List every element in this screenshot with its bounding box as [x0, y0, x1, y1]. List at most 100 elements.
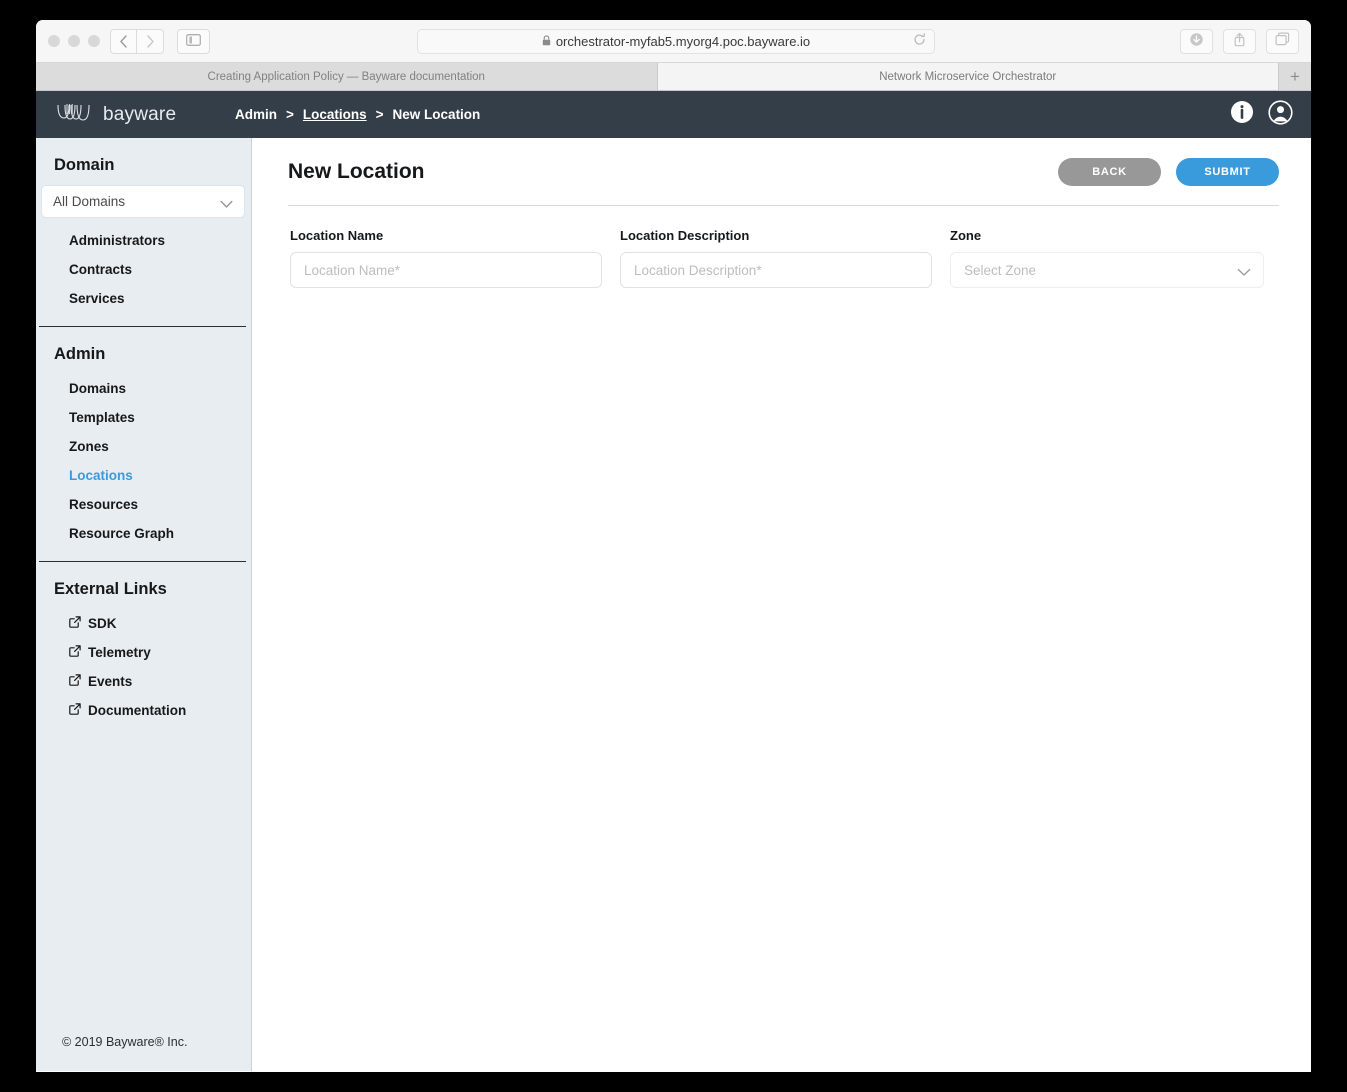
sidebar-item-label: Administrators [69, 233, 166, 248]
sidebar-item-locations[interactable]: Locations [36, 461, 251, 490]
sidebar-domain-items: Administrators Contracts Services [36, 218, 251, 313]
toolbar-right-buttons [1180, 29, 1299, 54]
new-location-form: Location Name Location Description Zone … [290, 206, 1273, 288]
location-name-label: Location Name [290, 228, 384, 243]
sidebar-item-label: Templates [69, 410, 135, 425]
sidebar-item-label: SDK [88, 616, 117, 631]
sidebar-item-telemetry[interactable]: Telemetry [36, 638, 251, 667]
bayware-logomark-icon [56, 102, 96, 127]
page-title: New Location [288, 160, 425, 183]
url-text-group: orchestrator-myfab5.myorg4.poc.bayware.i… [542, 34, 810, 49]
sidebar-footer-copyright: © 2019 Bayware® Inc. [62, 1035, 188, 1049]
sidebar-item-services[interactable]: Services [36, 284, 251, 313]
field-location-name: Location Name [290, 228, 602, 288]
sidebar-item-label: Resource Graph [69, 526, 175, 541]
sidebar-item-resource-graph[interactable]: Resource Graph [36, 519, 251, 548]
external-link-icon [69, 616, 81, 631]
sidebar-item-contracts[interactable]: Contracts [36, 255, 251, 284]
download-icon [1189, 32, 1204, 52]
app-body: Domain All Domains Administrators Contra… [36, 138, 1311, 1071]
zone-label: Zone [950, 228, 982, 243]
close-window-button[interactable] [48, 35, 60, 47]
forward-button[interactable] [137, 29, 164, 54]
breadcrumb-separator: > [286, 107, 294, 122]
field-zone: Zone Select Zone [950, 228, 1264, 288]
browser-tab-bar: Creating Application Policy — Bayware do… [36, 63, 1311, 91]
sidebar-item-label: Domains [69, 381, 127, 396]
browser-tab-documentation[interactable]: Creating Application Policy — Bayware do… [36, 63, 658, 90]
back-button[interactable] [110, 29, 137, 54]
sidebar-item-sdk[interactable]: SDK [36, 609, 251, 638]
sidebar-item-label: Documentation [88, 703, 187, 718]
tab-overview-icon [1275, 32, 1290, 51]
downloads-button[interactable] [1180, 29, 1213, 54]
sidebar-item-events[interactable]: Events [36, 667, 251, 696]
lock-icon [542, 34, 551, 49]
tab-label: Network Microservice Orchestrator [879, 70, 1057, 83]
chevron-right-icon [146, 35, 155, 48]
external-link-icon [69, 674, 81, 689]
chevron-down-icon [220, 197, 233, 212]
zone-select-value: Select Zone [964, 262, 1037, 278]
window-traffic-lights [48, 35, 100, 47]
sidebar-toggle-icon [186, 33, 201, 51]
browser-tab-orchestrator[interactable]: Network Microservice Orchestrator [657, 63, 1279, 90]
sidebar-external-items: SDK Telemetry Events Documentation [36, 609, 251, 725]
sidebar-item-label: Events [88, 674, 133, 689]
sidebar-section-domain-title: Domain [54, 156, 115, 174]
sidebar-item-zones[interactable]: Zones [36, 432, 251, 461]
back-button[interactable]: BACK [1058, 158, 1161, 186]
breadcrumb: Admin > Locations > New Location [235, 107, 480, 122]
address-bar[interactable]: orchestrator-myfab5.myorg4.poc.bayware.i… [417, 29, 935, 54]
sidebar-item-label: Contracts [69, 262, 133, 277]
share-button[interactable] [1223, 29, 1256, 54]
external-link-icon [69, 645, 81, 660]
browser-window: orchestrator-myfab5.myorg4.poc.bayware.i… [36, 20, 1311, 1072]
content-header: New Location BACK SUBMIT [288, 138, 1279, 206]
sidebar-item-label: Zones [69, 439, 109, 454]
url-text: orchestrator-myfab5.myorg4.poc.bayware.i… [555, 34, 811, 49]
bayware-logo[interactable]: bayware [56, 91, 176, 138]
sidebar-section-external-title: External Links [54, 580, 167, 598]
sidebar-item-label: Telemetry [88, 645, 151, 660]
bayware-logo-text: bayware [103, 103, 177, 125]
tab-overview-button[interactable] [1266, 29, 1299, 54]
main-content: New Location BACK SUBMIT Location Name L… [252, 138, 1311, 1071]
new-tab-button[interactable]: + [1279, 63, 1311, 90]
breadcrumb-separator: > [375, 107, 384, 122]
user-account-icon[interactable] [1268, 99, 1293, 130]
breadcrumb-item-locations[interactable]: Locations [303, 107, 367, 122]
reload-icon[interactable] [913, 32, 926, 51]
external-link-icon [69, 703, 81, 718]
sidebar-section-admin-title: Admin [54, 345, 106, 363]
sidebar: Domain All Domains Administrators Contra… [36, 138, 252, 1071]
sidebar-item-templates[interactable]: Templates [36, 403, 251, 432]
breadcrumb-item-new-location: New Location [392, 107, 481, 122]
submit-button[interactable]: SUBMIT [1176, 158, 1279, 186]
app-header: bayware Admin > Locations > New Location [36, 91, 1311, 138]
field-location-description: Location Description [620, 228, 932, 288]
sidebar-item-resources[interactable]: Resources [36, 490, 251, 519]
sidebar-item-documentation[interactable]: Documentation [36, 696, 251, 725]
location-description-input[interactable] [620, 252, 932, 288]
chevron-left-icon [119, 35, 128, 48]
sidebar-item-label: Resources [69, 497, 139, 512]
location-description-label: Location Description [620, 228, 750, 243]
sidebar-toggle-button[interactable] [177, 29, 210, 54]
location-name-input[interactable] [290, 252, 602, 288]
info-icon[interactable] [1230, 100, 1254, 129]
domain-select[interactable]: All Domains [41, 185, 245, 218]
header-actions: BACK SUBMIT [1058, 158, 1279, 186]
tab-label: Creating Application Policy — Bayware do… [207, 70, 485, 83]
browser-toolbar: orchestrator-myfab5.myorg4.poc.bayware.i… [36, 20, 1311, 63]
sidebar-item-label: Locations [69, 468, 133, 483]
sidebar-item-label: Services [69, 291, 125, 306]
nav-buttons [110, 29, 164, 54]
maximize-window-button[interactable] [88, 35, 100, 47]
sidebar-item-administrators[interactable]: Administrators [36, 226, 251, 255]
breadcrumb-item-admin[interactable]: Admin [235, 107, 277, 122]
sidebar-item-domains[interactable]: Domains [36, 374, 251, 403]
zone-select[interactable]: Select Zone [950, 252, 1264, 288]
minimize-window-button[interactable] [68, 35, 80, 47]
share-icon [1233, 32, 1246, 52]
